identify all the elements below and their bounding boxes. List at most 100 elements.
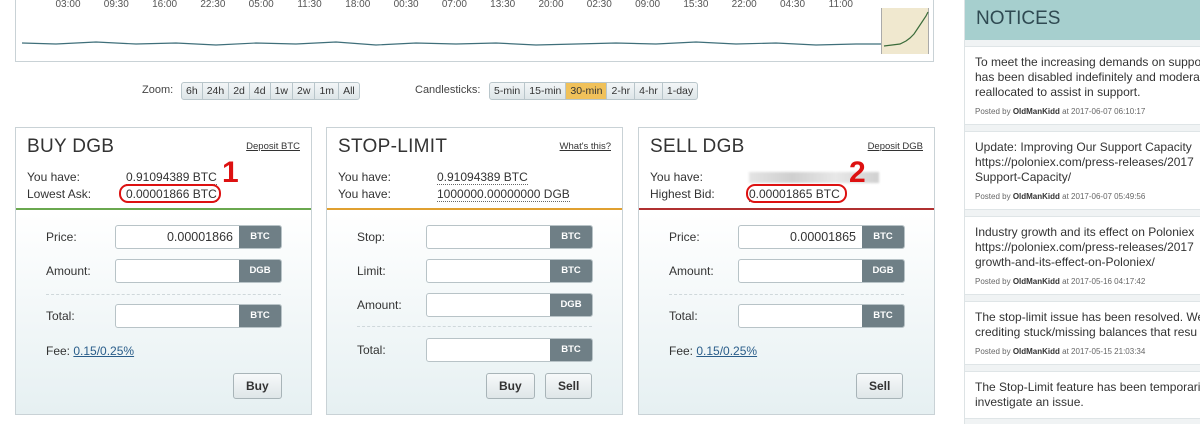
sell-amount-input[interactable]: DGB [738,259,905,283]
zoom-24h-button[interactable]: 24h [203,83,230,99]
buy-price-input[interactable]: 0.00001866 BTC [115,225,282,249]
notice-item: The stop-limit issue has been resolved. … [965,301,1200,365]
candle-15-min-button[interactable]: 15-min [525,83,567,99]
stop-limit-header: STOP-LIMIT What's this? You have: 0.9109… [327,128,622,210]
fee-label: Fee: [46,344,71,358]
notice-item: To meet the increasing demands on suppor… [965,46,1200,125]
stop-buy-button[interactable]: Buy [486,373,535,399]
notices-panel: NOTICES To meet the increasing demands o… [964,0,1200,424]
lowest-ask: Lowest Ask: 0.00001866 BTC [27,187,217,202]
candle-1-day-button[interactable]: 1-day [663,83,697,99]
deposit-dgb-link[interactable]: Deposit DGB [868,141,923,152]
sell-balance: You have: [650,170,879,184]
notice-text[interactable]: Update: Improving Our Support Capacity h… [975,140,1200,185]
limit-label: Limit: [357,264,386,278]
stop-label: Stop: [357,230,386,244]
dgb-balance[interactable]: 1000000.00000000 DGB [437,187,570,202]
you-have-label: You have: [650,170,703,184]
price-label: Price: [669,230,700,244]
divider [46,294,281,295]
buy-panel: BUY DGB Deposit BTC You have: 0.91094389… [15,127,312,415]
currency-tag: BTC [550,339,592,361]
notice-text[interactable]: Industry growth and its effect on Poloni… [975,225,1200,270]
candlestick-button-group: 5-min 15-min 30-min 2-hr 4-hr 1-day [489,82,699,100]
candle-30-min-button[interactable]: 30-min [566,83,608,99]
stop-amount-input[interactable]: DGB [426,293,593,317]
notice-meta: Posted by OldManKidd at 2017-06-07 06:10… [975,107,1146,116]
buy-amount-input[interactable]: DGB [115,259,282,283]
deposit-btc-link[interactable]: Deposit BTC [246,141,300,152]
notice-list: To meet the increasing demands on suppor… [965,46,1200,419]
amount-label: Amount: [357,298,402,312]
buy-form: Price: 0.00001866 BTC Amount: DGB Total:… [16,212,311,414]
price-chart[interactable]: 03:00 09:30 16:00 22:30 05:00 11:30 18:00 00:30… [15,0,934,62]
buy-amount-row: Amount: DGB [16,259,311,283]
notice-text[interactable]: To meet the increasing demands on suppor… [975,55,1200,100]
chart-range-selector[interactable] [881,8,929,54]
notice-text[interactable]: The stop-limit issue has been resolved. … [975,310,1200,340]
notice-meta: Posted by OldManKidd at 2017-06-07 05:49… [975,192,1146,201]
buy-price-value: 0.00001866 [166,230,233,244]
sell-total-input[interactable]: BTC [738,304,905,328]
notice-meta: Posted by OldManKidd at 2017-05-16 04:17… [975,277,1146,286]
notice-item: Industry growth and its effect on Poloni… [965,216,1200,295]
fee-value-link[interactable]: 0.15/0.25% [73,344,134,358]
divider [669,294,904,295]
notice-author: OldManKidd [1012,192,1060,201]
sell-panel: SELL DGB Deposit DGB You have: Highest B… [638,127,935,415]
whats-this-link[interactable]: What's this? [560,141,611,152]
notice-text[interactable]: The Stop-Limit feature has been temporar… [975,380,1200,410]
annotation-circle-1 [119,184,221,203]
annotation-number-2: 2 [849,156,866,189]
sell-price-input[interactable]: 0.00001865 BTC [738,225,905,249]
zoom-1w-button[interactable]: 1w [271,83,294,99]
sell-total-row: Total: BTC [639,304,934,328]
stop-row: Stop: BTC [327,225,622,249]
you-have-label: You have: [27,170,80,184]
currency-tag: DGB [862,260,904,282]
price-label: Price: [46,230,77,244]
btc-balance[interactable]: 0.91094389 BTC [437,170,528,185]
limit-input[interactable]: BTC [426,259,593,283]
zoom-6h-button[interactable]: 6h [182,83,203,99]
chart-controls: Zoom: 6h 24h 2d 4d 1w 2w 1m All Candlesticks: 5… [0,82,950,100]
zoom-2d-button[interactable]: 2d [229,83,250,99]
candlesticks-label: Candlesticks: [415,84,481,96]
amount-label: Amount: [669,264,714,278]
candle-4-hr-button[interactable]: 4-hr [635,83,663,99]
highest-bid: Highest Bid: 0.00001865 BTC [650,187,840,202]
you-have-label: You have: [338,170,391,184]
candle-5-min-button[interactable]: 5-min [490,83,526,99]
notice-author: OldManKidd [1012,277,1060,286]
lowest-ask-label: Lowest Ask: [27,187,92,201]
buy-button[interactable]: Buy [233,373,282,399]
fee-label: Fee: [669,344,694,358]
btc-balance[interactable]: 0.91094389 BTC [126,170,217,185]
stop-total-row: Total: BTC [327,338,622,362]
stop-total-input[interactable]: BTC [426,338,593,362]
buy-fee: Fee: 0.15/0.25% [46,344,134,358]
stop-dgb-balance: You have: 1000000.00000000 DGB [338,187,570,202]
buy-total-input[interactable]: BTC [115,304,282,328]
zoom-2w-button[interactable]: 2w [293,83,316,99]
currency-tag: BTC [239,305,281,327]
notice-item: The Stop-Limit feature has been temporar… [965,371,1200,419]
amount-label: Amount: [46,264,91,278]
fee-value-link[interactable]: 0.15/0.25% [696,344,757,358]
price-line [21,41,896,46]
zoom-4d-button[interactable]: 4d [250,83,271,99]
buy-balance: You have: 0.91094389 BTC [27,170,217,185]
buy-panel-header: BUY DGB Deposit BTC You have: 0.91094389… [16,128,311,210]
stop-sell-button[interactable]: Sell [545,373,593,399]
currency-tag: BTC [239,226,281,248]
sell-amount-row: Amount: DGB [639,259,934,283]
zoom-all-button[interactable]: All [339,83,359,99]
candle-2-hr-button[interactable]: 2-hr [607,83,636,99]
buy-total-row: Total: BTC [16,304,311,328]
sell-fee: Fee: 0.15/0.25% [669,344,757,358]
zoom-1m-button[interactable]: 1m [315,83,340,99]
currency-tag: BTC [550,226,592,248]
stop-input[interactable]: BTC [426,225,593,249]
notice-author: OldManKidd [1012,107,1060,116]
sell-button[interactable]: Sell [856,373,904,399]
